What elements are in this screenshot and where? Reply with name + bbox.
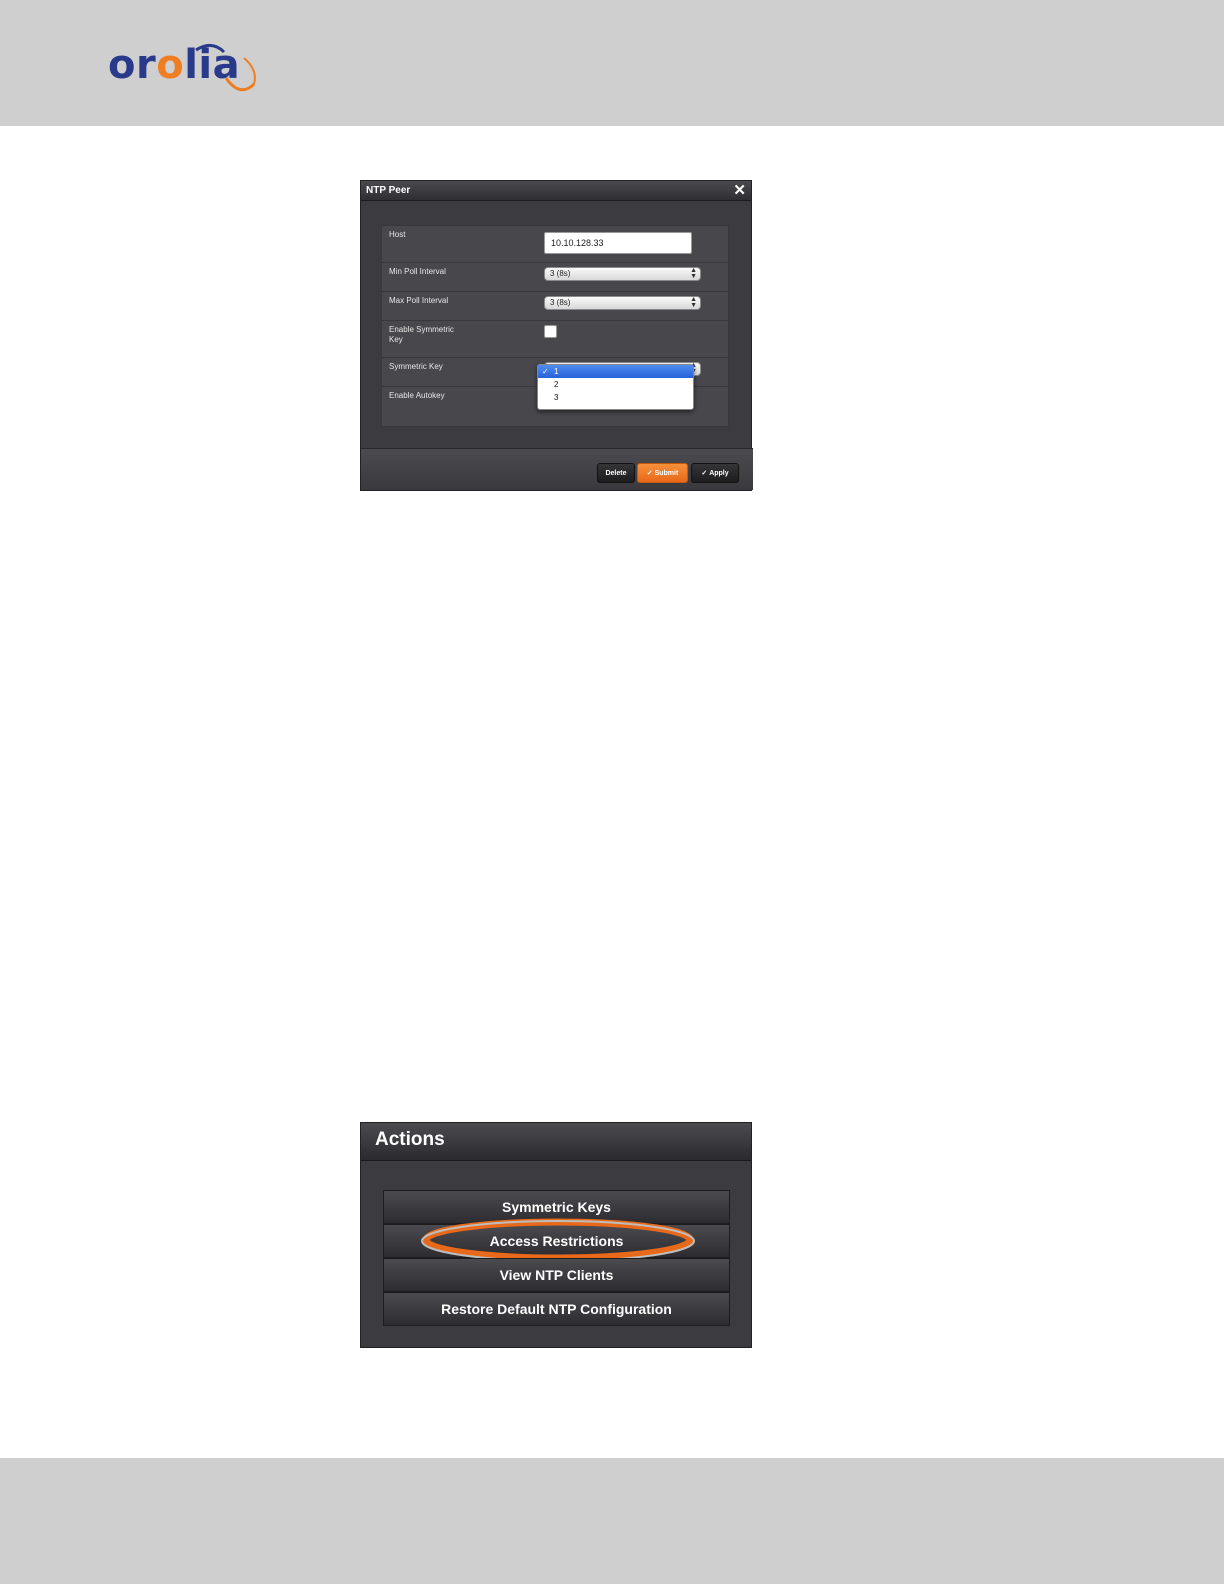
symkey-label: Symmetric Key [389,362,443,371]
page-header: orolia [0,0,1224,126]
max-poll-label: Max Poll Interval [389,296,449,305]
dialog-footer: Delete ✓ Submit ✓ Apply [361,448,753,490]
dropdown-option[interactable]: 2 [538,378,693,391]
actions-panel: Actions Symmetric Keys Access Restrictio… [360,1122,752,1348]
dropdown-option[interactable]: ✓ 1 [538,365,693,378]
orolia-logo: orolia [108,38,260,98]
logo-wordmark: orolia [108,42,241,88]
max-poll-value: 3 (8s) [550,298,571,307]
select-arrows-icon: ▲▼ [690,296,697,309]
dialog-form: Host 10.10.128.33 Min Poll Interval 3 (8… [381,225,729,427]
restore-default-ntp-button[interactable]: Restore Default NTP Configuration [383,1292,730,1326]
min-poll-select[interactable]: 3 (8s) ▲ ▼ [544,267,701,281]
checkmark-icon: ✓ [701,470,708,477]
enable-symkey-row: Enable Symmetric Key [382,321,728,358]
dropdown-option[interactable]: 3 [538,391,693,404]
apply-button[interactable]: ✓ Apply [691,463,739,483]
host-label: Host [389,230,406,239]
max-poll-row: Max Poll Interval 3 (8s) ▲ ▼ [382,292,728,321]
submit-button[interactable]: ✓ Submit [637,463,688,483]
delete-button[interactable]: Delete [597,463,635,483]
symmetric-keys-button[interactable]: Symmetric Keys [383,1190,730,1224]
document-page: orolia NTP Peer ✕ Host 10.10.128.33 Min … [0,0,1224,1584]
access-restrictions-button[interactable]: Access Restrictions [383,1218,730,1262]
page-footer [0,1458,1224,1584]
host-row: Host 10.10.128.33 [382,226,728,263]
actions-title: Actions [375,1129,445,1150]
dialog-titlebar: NTP Peer ✕ [361,181,751,201]
actions-header: Actions [361,1123,751,1161]
enable-symkey-checkbox[interactable] [544,325,557,338]
view-ntp-clients-button[interactable]: View NTP Clients [383,1258,730,1292]
actions-list: Symmetric Keys Access Restrictions View … [383,1190,730,1326]
max-poll-select[interactable]: 3 (8s) ▲ ▼ [544,296,701,310]
min-poll-row: Min Poll Interval 3 (8s) ▲ ▼ [382,263,728,292]
select-arrows-icon: ▲▼ [690,267,697,280]
enable-autokey-label: Enable Autokey [389,391,445,400]
host-input[interactable]: 10.10.128.33 [544,232,692,254]
ntp-peer-dialog: NTP Peer ✕ Host 10.10.128.33 Min Poll In… [360,180,753,491]
checkmark-icon: ✓ [542,367,549,376]
checkmark-icon: ✓ [646,470,653,477]
dialog-title: NTP Peer [366,185,411,196]
close-icon[interactable]: ✕ [733,183,746,198]
enable-symkey-label: Enable Symmetric Key [389,325,454,344]
symkey-dropdown: ✓ 1 2 3 [537,364,694,410]
min-poll-label: Min Poll Interval [389,267,446,276]
min-poll-value: 3 (8s) [550,269,571,278]
